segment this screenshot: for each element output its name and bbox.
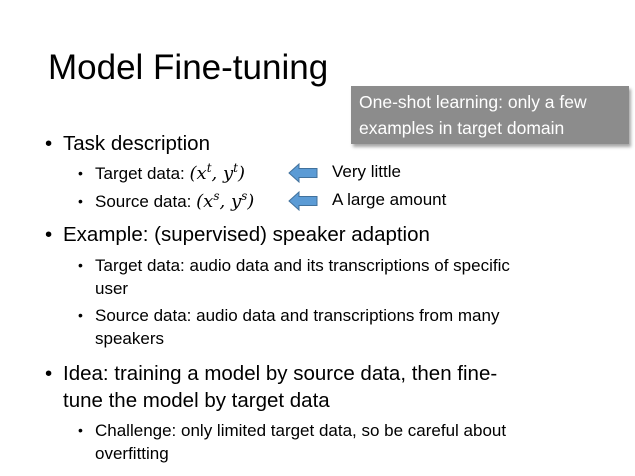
math-expression: (xt, yt) xyxy=(189,161,246,184)
bullet-icon: • xyxy=(45,362,53,385)
bullet-text: Example: (supervised) speaker adaption xyxy=(63,223,430,246)
bullet-text: Task description xyxy=(63,132,210,155)
bullet-text: Source data: audio data and transcriptio… xyxy=(95,306,500,348)
slide: Model Fine-tuning One-shot learning: onl… xyxy=(0,0,635,476)
bullet-icon: • xyxy=(78,257,83,273)
bullet-icon: • xyxy=(78,165,83,181)
bullet-icon: • xyxy=(45,223,53,246)
callout-line-1: One-shot learning: only a few xyxy=(359,92,587,112)
target-data-note: Very little xyxy=(332,162,401,181)
callout-line-2: examples in target domain xyxy=(359,118,565,138)
bullet-icon: • xyxy=(45,132,53,155)
bullet-text: Idea: training a model by source data, t… xyxy=(63,362,498,412)
math-expression: (xs, ys) xyxy=(196,189,255,212)
bullet-text: Target data: audio data and its transcri… xyxy=(95,256,510,298)
source-data-note: A large amount xyxy=(332,190,447,209)
bullet-text: Challenge: only limited target data, so … xyxy=(95,421,507,463)
bullet-icon: • xyxy=(78,422,83,438)
slide-title: Model Fine-tuning xyxy=(48,48,329,87)
callout-box: One-shot learning: only a few examples i… xyxy=(351,86,629,144)
bullet-text: Source data: (xs, ys) xyxy=(95,189,255,212)
left-arrow-icon xyxy=(288,163,318,183)
left-arrow-icon xyxy=(288,191,318,211)
bullet-icon: • xyxy=(78,307,83,323)
bullet-text: Target data: (xt, yt) xyxy=(95,161,246,184)
bullet-icon: • xyxy=(78,193,83,209)
